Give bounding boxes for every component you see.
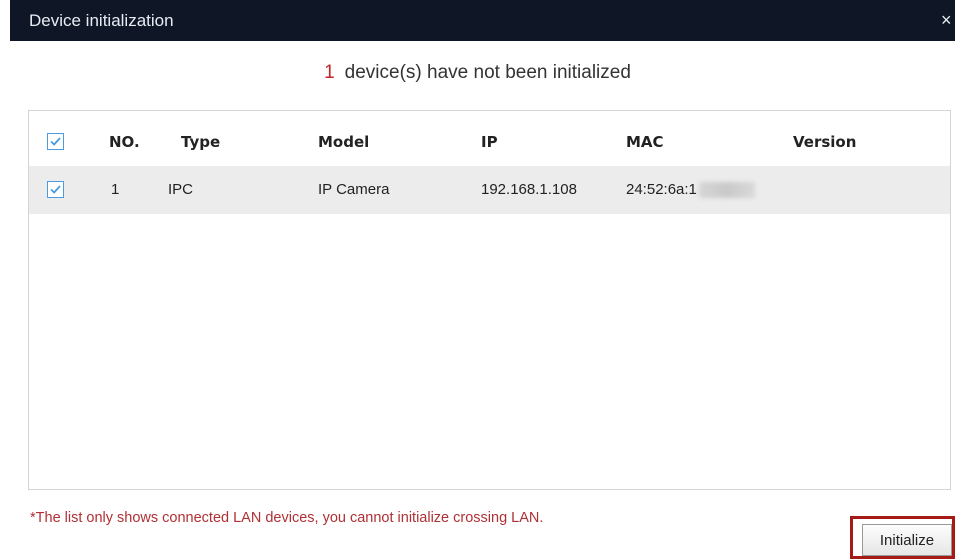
cell-no: 1	[111, 181, 120, 198]
initialize-button[interactable]: Initialize	[862, 524, 952, 556]
summary-text: device(s) have not been initialized	[344, 62, 631, 83]
table-row[interactable]: 1 IPC IP Camera 192.168.1.108 24:52:6a:1	[29, 166, 950, 214]
column-header-ip[interactable]: IP	[481, 118, 498, 166]
column-header-mac[interactable]: MAC	[626, 118, 664, 166]
dialog-titlebar: Device initialization ×	[10, 0, 955, 41]
table-header-row: NO. Type Model IP MAC Version	[29, 118, 950, 166]
column-header-model[interactable]: Model	[318, 118, 369, 166]
cell-mac-value: 24:52:6a:1	[626, 181, 697, 198]
close-icon[interactable]: ×	[941, 0, 955, 41]
dialog-title: Device initialization	[29, 11, 174, 30]
column-header-type[interactable]: Type	[181, 118, 220, 166]
lan-notice: *The list only shows connected LAN devic…	[30, 510, 544, 526]
checkmark-icon	[50, 137, 61, 146]
device-table: NO. Type Model IP MAC Version 1 IPC IP C…	[28, 110, 951, 490]
column-header-version[interactable]: Version	[793, 118, 856, 166]
row-checkbox[interactable]	[47, 181, 64, 198]
cell-type: IPC	[168, 181, 194, 198]
mac-redaction-blur	[698, 182, 755, 199]
uninitialized-count: 1	[324, 62, 335, 83]
column-header-no[interactable]: NO.	[109, 118, 140, 166]
uninitialized-summary: 1 device(s) have not been initialized	[0, 58, 955, 88]
cell-model: IP Camera	[318, 181, 390, 198]
checkmark-icon	[50, 185, 61, 194]
select-all-checkbox[interactable]	[47, 133, 64, 150]
initialize-highlight: Initialize	[850, 516, 955, 559]
cell-mac: 24:52:6a:1	[626, 166, 755, 214]
cell-ip: 192.168.1.108	[481, 181, 577, 198]
